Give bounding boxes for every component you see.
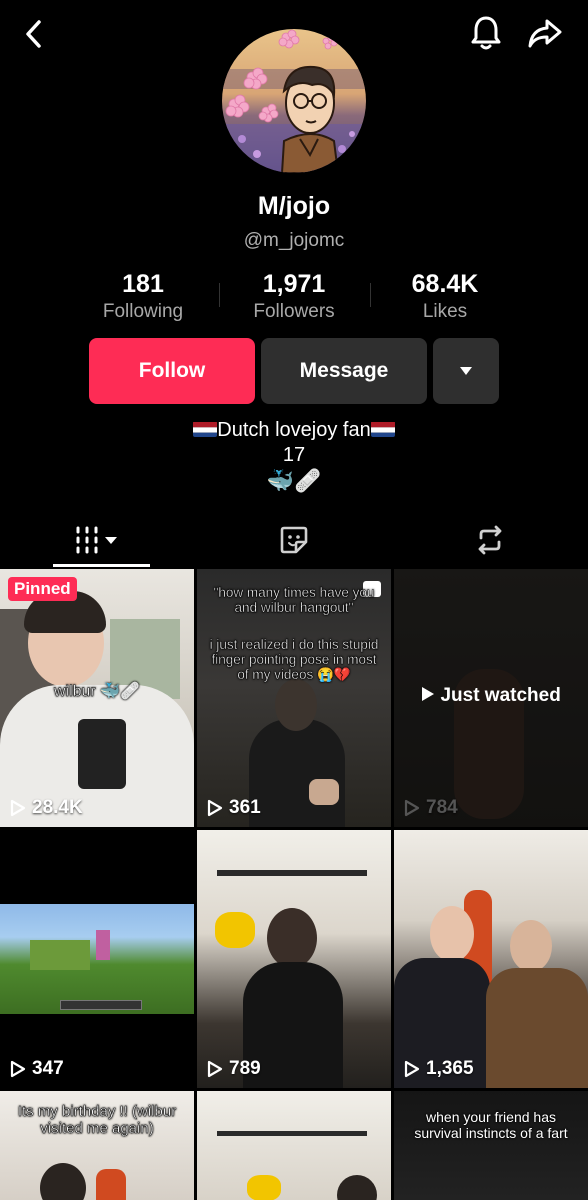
person-face — [510, 920, 552, 972]
jacket-logo — [78, 719, 126, 789]
bio-line: Dutch lovejoy fan — [0, 419, 588, 442]
stat-value: 68.4K — [411, 270, 479, 298]
message-button[interactable]: Message — [261, 338, 427, 404]
video-thumbnail[interactable]: when your friend has survival instincts … — [394, 1091, 588, 1200]
person-body — [249, 719, 345, 827]
bell-icon[interactable] — [466, 12, 506, 54]
tab-liked[interactable] — [196, 512, 392, 568]
punching-bag — [96, 1169, 126, 1200]
netherlands-flag-icon — [193, 421, 218, 437]
view-count: 28.4K — [10, 797, 83, 819]
play-icon — [404, 1060, 420, 1078]
person-face — [267, 908, 317, 968]
person-face — [275, 679, 317, 731]
minecraft-player — [96, 930, 110, 960]
video-thumbnail[interactable]: Just watched 784 — [394, 569, 588, 827]
view-count: 347 — [10, 1058, 64, 1080]
tab-videos[interactable] — [0, 512, 196, 568]
view-count: 361 — [207, 797, 261, 819]
person-body — [486, 968, 588, 1088]
video-caption: Its my birthday !! (wilbur visited me ag… — [17, 1103, 177, 1137]
just-watched-text: Just watched — [440, 685, 561, 706]
view-count-value: 789 — [229, 1058, 261, 1079]
view-count-value: 28.4K — [32, 797, 83, 818]
person-hair — [337, 1175, 377, 1200]
more-options-button[interactable] — [433, 338, 499, 404]
tab-reposts[interactable] — [392, 512, 588, 568]
video-caption: wilbur 🐳🩹 — [53, 683, 141, 700]
video-thumbnail[interactable]: "how many times have you and wilbur hang… — [197, 569, 391, 827]
play-icon — [10, 799, 26, 817]
view-count-value: 361 — [229, 797, 261, 818]
view-count-value: 347 — [32, 1058, 64, 1079]
person-face — [430, 906, 474, 962]
pikachu-plush — [215, 912, 255, 948]
divider — [370, 283, 371, 307]
username-handle: @m_jojomc — [243, 230, 345, 251]
profile-stats: 181 Following 1,971 Followers 68.4K Like… — [0, 270, 588, 330]
stat-value: 1,971 — [262, 270, 326, 298]
repost-icon — [478, 525, 502, 555]
stat-label: Likes — [422, 301, 468, 322]
view-count: 784 — [404, 797, 458, 819]
video-thumbnail[interactable]: 1,365 — [394, 830, 588, 1088]
divider — [219, 283, 220, 307]
profile-tabs — [0, 512, 588, 568]
play-icon — [422, 687, 435, 701]
share-arrow-icon[interactable] — [524, 12, 566, 54]
stat-following[interactable]: 181 Following — [68, 270, 218, 323]
view-count: 1,365 — [404, 1058, 474, 1080]
stat-followers[interactable]: 1,971 Followers — [219, 270, 369, 323]
active-tab-indicator — [53, 564, 150, 567]
caret-down-icon — [460, 367, 472, 375]
back-chevron-icon[interactable] — [18, 14, 50, 54]
video-caption: when your friend has survival instincts … — [414, 1109, 568, 1141]
stat-label: Following — [102, 301, 184, 322]
play-icon — [207, 799, 223, 817]
stat-value: 181 — [122, 270, 164, 298]
video-thumbnail[interactable]: 347 — [0, 830, 194, 1088]
display-name: M/jojo — [257, 192, 331, 220]
grid-icon — [76, 526, 117, 554]
video-caption: i just realized i do this stupid finger … — [209, 637, 379, 682]
person-hair — [40, 1163, 86, 1200]
view-count-value: 784 — [426, 797, 458, 818]
bio-emoji: 🐳🩹 — [266, 468, 322, 493]
stat-likes[interactable]: 68.4K Likes — [370, 270, 520, 323]
ceiling-fan — [217, 1131, 367, 1136]
avatar[interactable] — [222, 29, 366, 173]
play-icon — [10, 1060, 26, 1078]
pinned-badge: Pinned — [8, 577, 77, 601]
bio-age: 17 — [282, 444, 306, 466]
video-thumbnail[interactable]: Its my birthday !! (wilbur visited me ag… — [0, 1091, 194, 1200]
view-count: 789 — [207, 1058, 261, 1080]
video-thumbnail[interactable]: 789 — [197, 830, 391, 1088]
video-caption-top: "how many times have you and wilbur hang… — [213, 585, 375, 615]
minecraft-terrain — [30, 940, 90, 970]
netherlands-flag-icon — [370, 421, 395, 437]
just-watched-label: Just watched — [394, 685, 588, 707]
video-thumbnail[interactable]: Pinned wilbur 🐳🩹 28.4K — [0, 569, 194, 827]
video-thumbnail[interactable] — [197, 1091, 391, 1200]
pikachu-plush — [247, 1175, 281, 1200]
play-icon — [404, 799, 420, 817]
minecraft-hotbar — [60, 1000, 142, 1010]
follow-button[interactable]: Follow — [89, 338, 255, 404]
view-count-value: 1,365 — [426, 1058, 474, 1079]
person-hand — [309, 779, 339, 805]
bio-text: Dutch lovejoy fan — [217, 419, 371, 441]
sticker-icon — [280, 526, 308, 554]
stat-label: Followers — [253, 301, 335, 322]
ceiling-fan — [217, 870, 367, 876]
play-icon — [207, 1060, 223, 1078]
